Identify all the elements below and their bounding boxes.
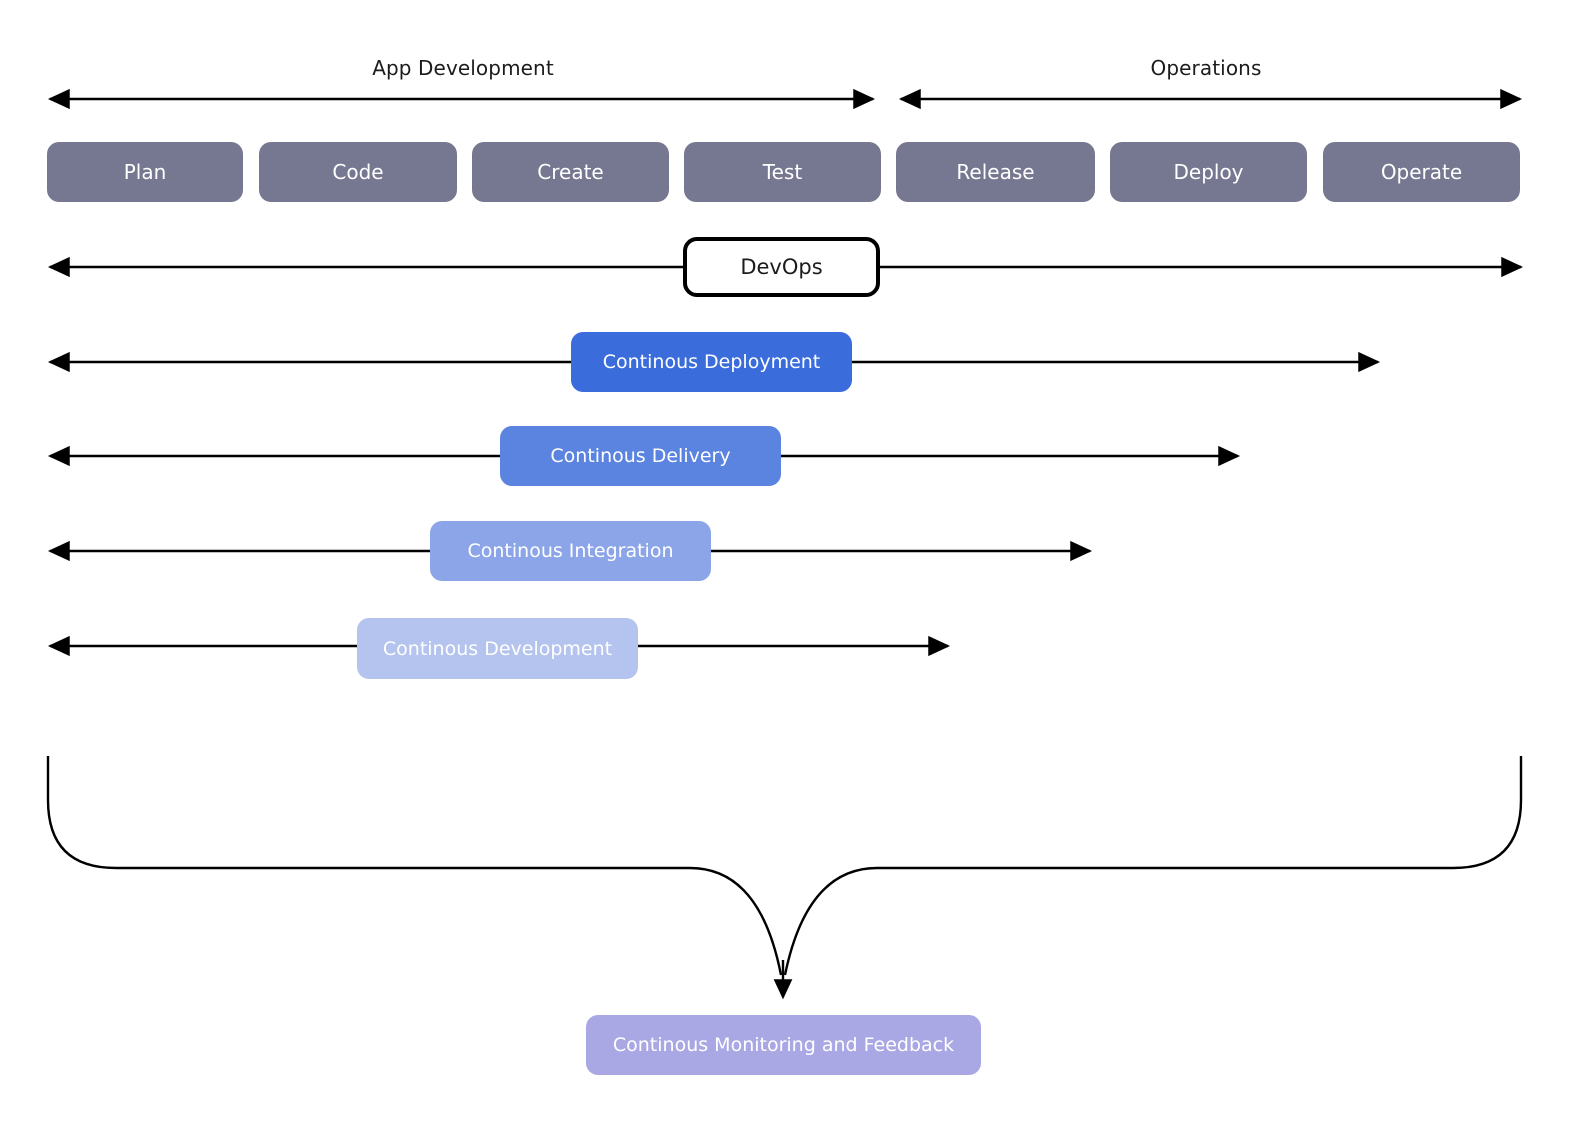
lane-title-app-development: App Development [372, 56, 554, 80]
stage-box-create[interactable]: Create [472, 142, 669, 202]
feedback-loop-right-branch [783, 756, 1523, 976]
stage-box-deploy[interactable]: Deploy [1110, 142, 1307, 202]
stage-box-plan[interactable]: Plan [47, 142, 243, 202]
stage-box-operate[interactable]: Operate [1323, 142, 1520, 202]
devops-box[interactable]: DevOps [683, 237, 880, 297]
practice-pill-continous-deployment[interactable]: Continous Deployment [571, 332, 852, 392]
stage-box-test[interactable]: Test [684, 142, 881, 202]
feedback-loop-left-branch [46, 756, 783, 976]
practice-pill-continous-delivery[interactable]: Continous Delivery [500, 426, 781, 486]
lane-title-operations: Operations [1150, 56, 1262, 80]
practice-pill-continous-integration[interactable]: Continous Integration [430, 521, 711, 581]
devops-pipeline-diagram: App Development Operations Plan Code Cre… [0, 0, 1592, 1140]
stage-box-release[interactable]: Release [896, 142, 1095, 202]
practice-pill-continous-development[interactable]: Continous Development [357, 618, 638, 679]
stage-box-code[interactable]: Code [259, 142, 457, 202]
feedback-pill-continous-monitoring-and-feedback[interactable]: Continous Monitoring and Feedback [586, 1015, 981, 1075]
